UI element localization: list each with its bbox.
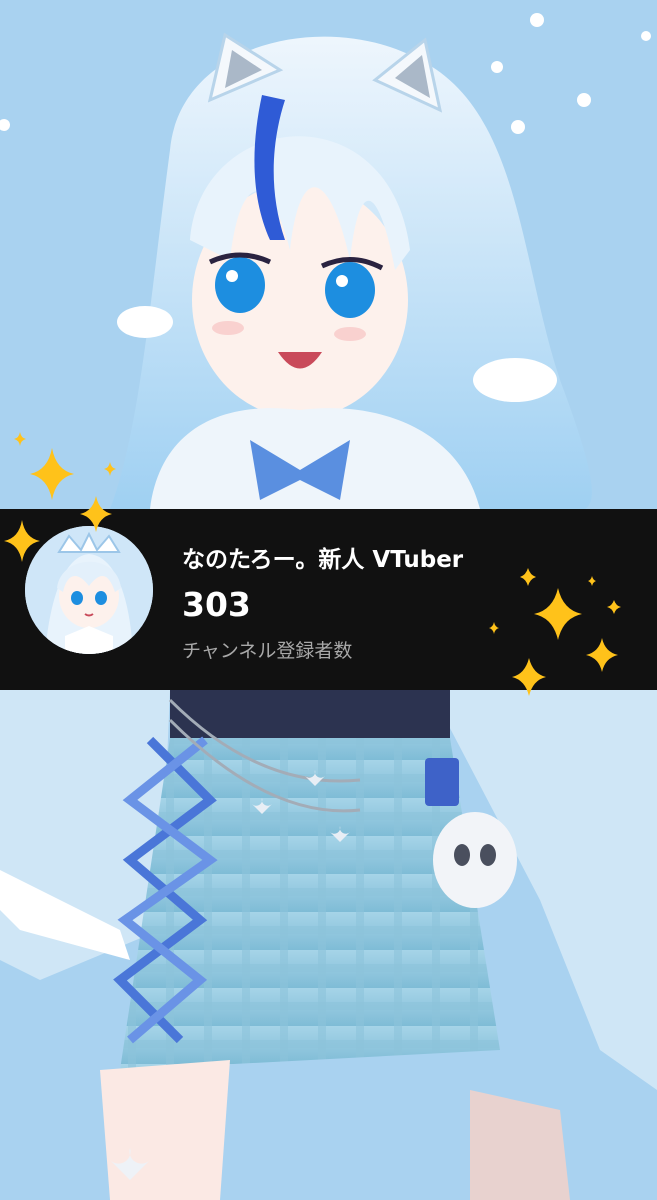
subscriber-label: チャンネル登録者数 — [182, 640, 353, 662]
subscriber-card: なのたろー。新人 VTuber 303 チャンネル登録者数 — [0, 0, 657, 1200]
avatar-image — [25, 526, 153, 654]
channel-name[interactable]: なのたろー。新人 VTuber — [182, 540, 463, 574]
channel-avatar[interactable] — [25, 526, 153, 654]
subscriber-count: 303 — [182, 585, 251, 624]
